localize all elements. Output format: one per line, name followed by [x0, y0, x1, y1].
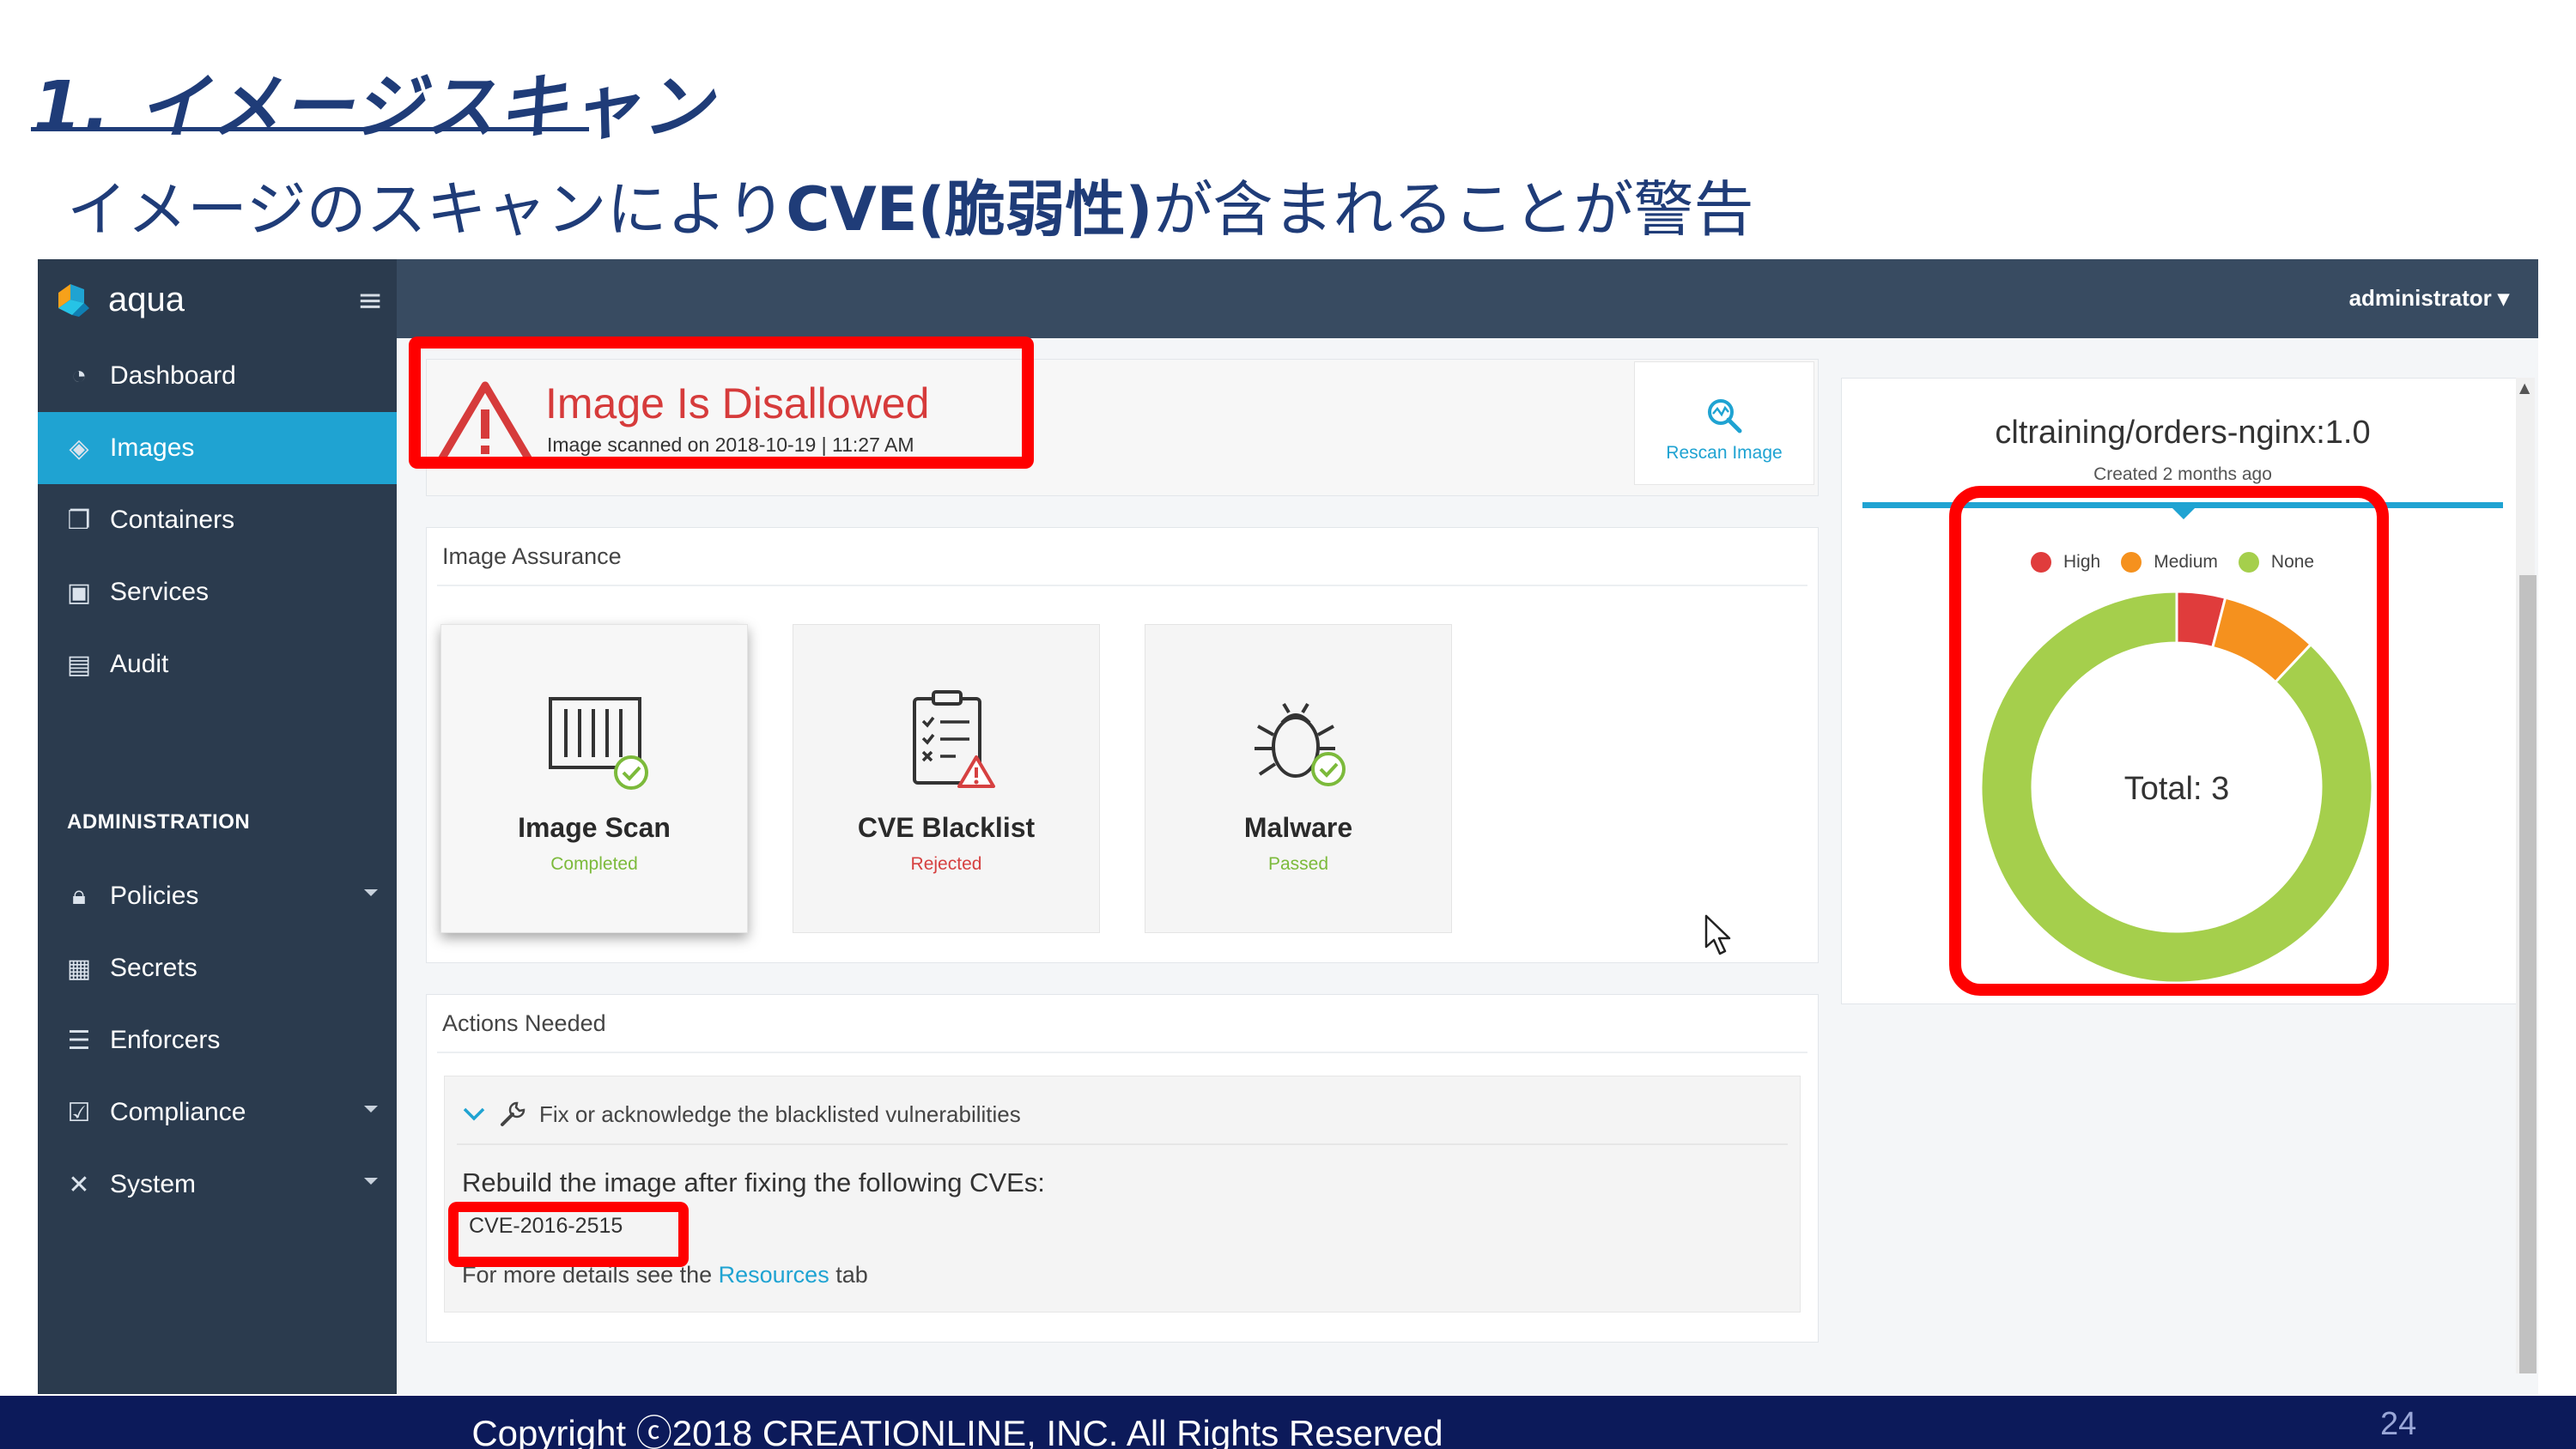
highlight-cve-box [448, 1202, 689, 1267]
subtitle-post: が含まれることが警告 [1152, 174, 1754, 245]
cve-blacklist-title: CVE Blacklist [857, 812, 1036, 843]
slide: 1. イメージスキャン イメージのスキャンによりCVE(脆弱性)が含まれることが… [0, 0, 2576, 1449]
top-bar: administrator ▾ [38, 259, 2538, 338]
containers-icon: ❐ [67, 506, 91, 535]
sidebar: aqua ≡ ◔ Dashboard ◈ Images ❐ Containers ▣ Serv… [38, 259, 397, 1394]
layers-icon: ◈ [69, 433, 89, 463]
rescan-image-label: Rescan Image [1666, 443, 1783, 463]
action-item-label: Fix or acknowledge the blacklisted vulne… [539, 1100, 1021, 1127]
copyright-text: Copyright ⓒ2018 CREATIONLINE, INC. All R… [471, 1413, 1443, 1449]
action-item: Fix or acknowledge the blacklisted vulne… [444, 1076, 1801, 1313]
audit-icon: ▤ [66, 650, 92, 679]
chevron-down-icon [463, 1107, 485, 1121]
secrets-icon: ▦ [66, 954, 92, 983]
barcode-check-icon [549, 697, 648, 790]
sidebar-item-label: Secrets [110, 954, 197, 982]
image-name: cltraining/orders-nginx:1.0 [1995, 415, 2371, 451]
sidebar-item-enforcers[interactable]: ☰ Enforcers [38, 1004, 397, 1076]
sidebar-item-label: Images [110, 433, 195, 462]
image-scan-status: Completed [550, 854, 638, 874]
actions-needed-panel: Actions Needed Fix or acknowledge the bl… [426, 994, 1819, 1343]
sidebar-item-compliance[interactable]: ☑ Compliance [38, 1076, 397, 1149]
caret-down-icon [364, 889, 378, 896]
slide-title: 1. イメージスキャン [33, 67, 714, 149]
sidebar-item-services[interactable]: ▣ Services [38, 556, 397, 628]
wrench-icon [501, 1101, 526, 1126]
checklist-warning-icon [913, 690, 995, 788]
malware-title: Malware [1243, 812, 1353, 843]
dashboard-icon: ◔ [70, 361, 88, 390]
image-assurance-panel: Image Assurance Image Scan Completed CVE… [426, 527, 1819, 963]
sidebar-item-label: Audit [110, 650, 169, 678]
caret-down-icon [364, 1106, 378, 1113]
lock-icon: 🔒︎ [72, 882, 86, 910]
cve-blacklist-status: Rejected [910, 854, 982, 874]
compliance-icon: ☑ [67, 1098, 91, 1127]
action-divider [457, 1143, 1788, 1145]
sidebar-item-label: Dashboard [110, 361, 236, 390]
caret-down-icon [364, 1178, 378, 1185]
rescan-image-button[interactable]: Rescan Image [1634, 361, 1814, 485]
rescan-search-icon [1708, 399, 1742, 433]
bug-check-icon [1255, 702, 1346, 786]
details-suffix: tab [829, 1262, 868, 1288]
image-scan-title: Image Scan [518, 812, 671, 843]
page-number: 24 [2380, 1406, 2417, 1442]
slide-footer: Copyright ⓒ2018 CREATIONLINE, INC. All R… [0, 1396, 2576, 1449]
sidebar-item-containers[interactable]: ❐ Containers [38, 484, 397, 556]
brand[interactable]: aqua [55, 278, 185, 321]
system-tools-icon: ✕ [68, 1170, 90, 1199]
highlight-chart-box [1949, 486, 2389, 996]
image-created: Created 2 months ago [2093, 464, 2272, 484]
action-item-toggle[interactable]: Fix or acknowledge the blacklisted vulne… [462, 1095, 1021, 1133]
panel-divider [437, 585, 1807, 586]
subtitle-pre: イメージのスキャンにより [67, 174, 787, 245]
sidebar-item-label: System [110, 1170, 197, 1198]
cve-blacklist-card[interactable]: CVE Blacklist Rejected [793, 624, 1100, 933]
subtitle-bold: CVE(脆弱性) [786, 174, 1153, 245]
resources-tab-link[interactable]: Resources [719, 1262, 829, 1288]
sidebar-item-label: Policies [110, 882, 199, 910]
hamburger-menu-icon[interactable]: ≡ [357, 283, 383, 318]
sidebar-item-audit[interactable]: ▤ Audit [38, 628, 397, 700]
scrollbar-thumb[interactable] [2519, 575, 2537, 1373]
sidebar-item-dashboard[interactable]: ◔ Dashboard [38, 340, 397, 412]
user-menu[interactable]: administrator ▾ [2349, 285, 2509, 312]
sidebar-item-label: Services [110, 578, 210, 606]
admin-nav: 🔒︎ Policies ▦ Secrets ☰ Enforcers ☑ Compliance ✕… [38, 860, 397, 1221]
enforcers-icon: ☰ [67, 1026, 91, 1055]
nav-section-administration: ADMINISTRATION [67, 810, 251, 834]
rebuild-instruction: Rebuild the image after fixing the follo… [462, 1167, 1045, 1197]
slide-subtitle: イメージのスキャンによりCVE(脆弱性)が含まれることが警告 [67, 161, 1754, 248]
sidebar-item-label: Enforcers [110, 1026, 221, 1054]
sidebar-item-images[interactable]: ◈ Images [38, 412, 397, 484]
actions-needed-header: Actions Needed [442, 1010, 606, 1036]
slide-title-underline [31, 127, 589, 131]
sidebar-item-label: Compliance [110, 1098, 246, 1126]
main-nav: ◔ Dashboard ◈ Images ❐ Containers ▣ Services ▤ Au… [38, 340, 397, 700]
mouse-cursor-icon [1704, 914, 1731, 955]
brand-name: aqua [108, 280, 185, 318]
panel-divider [437, 1052, 1807, 1053]
malware-status: Passed [1267, 854, 1329, 874]
services-icon: ▣ [66, 578, 92, 607]
image-assurance-header: Image Assurance [442, 543, 622, 569]
aqua-logo-icon [58, 284, 89, 317]
sidebar-item-label: Containers [110, 506, 235, 534]
sidebar-item-system[interactable]: ✕ System [38, 1149, 397, 1221]
highlight-status-box [409, 336, 1034, 469]
sidebar-item-secrets[interactable]: ▦ Secrets [38, 932, 397, 1004]
malware-card[interactable]: Malware Passed [1145, 624, 1452, 933]
sidebar-item-policies[interactable]: 🔒︎ Policies [38, 860, 397, 932]
scroll-up-icon[interactable]: ▲ [2519, 379, 2530, 396]
image-scan-card[interactable]: Image Scan Completed [440, 624, 748, 933]
